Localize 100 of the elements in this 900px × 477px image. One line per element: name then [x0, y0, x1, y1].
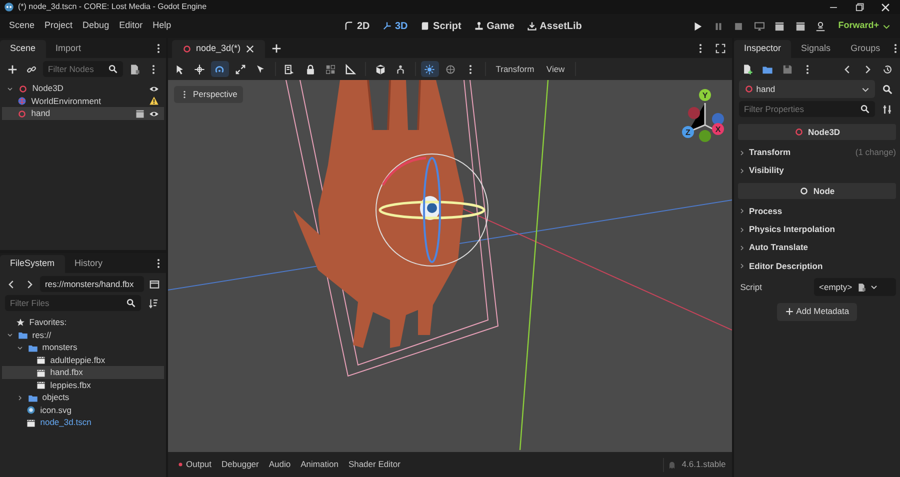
layout-icon	[148, 278, 160, 290]
grid-snap-icon	[324, 64, 336, 74]
property-group[interactable]: Auto Translate	[738, 242, 896, 254]
file-item[interactable]: res://	[2, 328, 164, 342]
clapperboard-icon	[36, 355, 46, 365]
path-field[interactable]: res://monsters/hand.fbx	[40, 276, 144, 292]
renderer-dropdown[interactable]: Forward+	[833, 17, 896, 35]
clapperboard-icon	[36, 368, 46, 378]
folder-icon	[18, 330, 28, 340]
file-item[interactable]: icon.svg	[2, 404, 164, 416]
menu-item[interactable]: Project	[40, 17, 78, 35]
file-item[interactable]: adultleppie.fbx	[2, 354, 164, 366]
new-resource-icon	[742, 64, 752, 74]
filter-field[interactable]: Filter Files	[5, 295, 141, 311]
class-header: Node3D	[738, 124, 896, 140]
fullscreen-icon	[714, 42, 726, 54]
view-menu-button[interactable]: Perspective	[174, 86, 244, 103]
add-node-icon	[7, 64, 18, 74]
search-icon	[860, 104, 870, 114]
file-item[interactable]: objects	[2, 391, 164, 404]
ring-icon	[17, 108, 28, 118]
image-file-icon	[26, 405, 36, 415]
axes-icon	[382, 21, 392, 31]
eye-drawing	[420, 196, 440, 220]
property-group[interactable]: Physics Interpolation	[738, 224, 896, 236]
move-icon	[194, 64, 205, 74]
menu-item[interactable]: Help	[148, 17, 176, 35]
menu-item[interactable]: Editor	[114, 17, 148, 35]
property-label: Script	[739, 280, 763, 294]
filter-input[interactable]: Filter Nodes	[48, 62, 108, 76]
close-icon	[244, 44, 255, 54]
tab[interactable]: FileSystem	[0, 255, 65, 273]
rotate-button[interactable]	[210, 61, 229, 77]
script-file-icon	[856, 282, 866, 292]
ruler-icon	[345, 64, 356, 74]
play-icon	[692, 20, 704, 32]
sun-icon	[424, 64, 436, 74]
filter-input[interactable]: Filter Files	[10, 296, 126, 310]
axis-label: Y	[702, 91, 708, 100]
filter-field[interactable]: Filter Properties	[739, 101, 875, 117]
clapperboard-icon	[26, 418, 36, 428]
panel-tab[interactable]: Output	[172, 456, 217, 473]
search-icon	[108, 64, 118, 74]
sun-button[interactable]	[420, 61, 439, 77]
doc-search-icon	[882, 84, 892, 94]
filter-input[interactable]: Filter Properties	[744, 102, 860, 116]
sort-icon	[148, 298, 158, 308]
list-select-icon	[284, 64, 296, 74]
favorites-item[interactable]: Favorites:	[2, 316, 164, 329]
path-input[interactable]: res://monsters/hand.fbx	[44, 278, 139, 290]
workspace-button[interactable]: 2D	[338, 16, 375, 36]
tab[interactable]: Groups	[840, 40, 890, 58]
tab[interactable]: Import	[46, 40, 92, 58]
sphere-icon	[444, 64, 456, 74]
add-metadata-button[interactable]: Add Metadata	[776, 302, 858, 321]
property-group[interactable]: Process	[738, 205, 896, 218]
ring-icon	[182, 44, 192, 54]
cube-icon	[374, 64, 386, 74]
file-item[interactable]: hand.fbx	[2, 366, 164, 379]
new-tab-icon	[271, 42, 282, 54]
scale-icon	[234, 64, 246, 74]
toolbar-menu[interactable]: View	[541, 60, 570, 78]
file-item[interactable]: node_3d.tscn	[2, 416, 164, 429]
panel-tab[interactable]: Debugger	[216, 456, 264, 473]
script-icon	[420, 21, 430, 31]
attach-script-icon	[129, 64, 140, 74]
orientation-gizmo-drawing	[682, 89, 724, 142]
clapperboard-icon	[774, 20, 786, 32]
script-value-field[interactable]: <empty>	[814, 278, 896, 296]
tab[interactable]: Inspector	[734, 40, 792, 58]
workspace-button[interactable]: Script	[415, 16, 466, 36]
node-selector[interactable]: hand	[739, 80, 875, 98]
workspace-button[interactable]: 3D	[376, 16, 413, 36]
link-icon	[26, 64, 37, 74]
axis-label: Z	[686, 128, 690, 137]
panel-tab[interactable]: Audio	[264, 456, 296, 473]
toolbar-menu[interactable]: Transform	[490, 60, 540, 78]
property-group[interactable]: Editor Description	[738, 260, 896, 272]
pointer-icon	[254, 64, 266, 74]
menu-item[interactable]: Scene	[4, 17, 40, 35]
folder-icon	[28, 392, 38, 402]
property-group[interactable]: Visibility	[738, 164, 896, 177]
property-group[interactable]: Transform (1 change)	[738, 146, 896, 158]
tree-item[interactable]: Node3D	[2, 82, 164, 95]
tab[interactable]: Scene	[0, 40, 46, 58]
window-title: (*) node_3d.tscn - CORE: Lost Media - Godot Engine	[18, 1, 207, 13]
options-icon	[882, 104, 892, 114]
file-item[interactable]: leppies.fbx	[2, 378, 164, 392]
workspace-button[interactable]: Game	[468, 16, 520, 36]
tree-item[interactable]: WorldEnvironment	[2, 94, 164, 108]
panel-tab[interactable]: Animation	[296, 456, 344, 473]
menu-item[interactable]: Debug	[78, 17, 114, 35]
file-item[interactable]: monsters	[2, 341, 164, 354]
tree-item[interactable]: hand	[2, 107, 164, 120]
tab[interactable]: History	[64, 255, 113, 273]
workspace-button[interactable]: AssetLib	[522, 16, 587, 36]
panel-tab[interactable]: Shader Editor	[343, 456, 406, 473]
filter-field[interactable]: Filter Nodes	[43, 61, 123, 77]
tab[interactable]: Signals	[791, 40, 841, 58]
document-tab[interactable]: node_3d(*)	[172, 40, 265, 58]
